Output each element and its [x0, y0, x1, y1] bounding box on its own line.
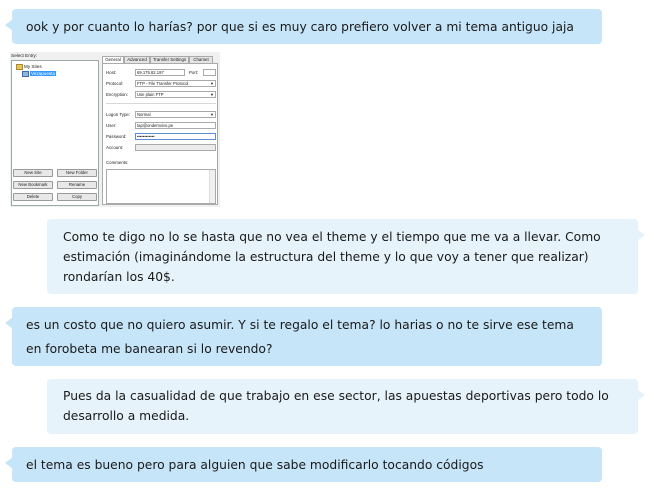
- message-bubble-incoming: ook y por cuanto lo harías? por que si e…: [5, 9, 602, 44]
- message-text: el tema es bueno pero para alguien que s…: [26, 458, 484, 472]
- scrollbar: [209, 170, 215, 203]
- message-text: Como te digo no lo se hasta que no vea e…: [63, 230, 601, 244]
- divider: [106, 103, 216, 104]
- tab-transfer-settings: Transfer Settings: [150, 56, 189, 63]
- chevron-down-icon: ▼: [210, 112, 214, 117]
- chevron-down-icon: ▼: [210, 92, 214, 97]
- host-label: Host:: [106, 70, 117, 75]
- message-bubble-outgoing: Pues da la casualidad de que trabajo en …: [47, 379, 645, 434]
- message-bubble-incoming: es un costo que no quiero asumir. Y si t…: [5, 307, 602, 366]
- tab-charset: Charset: [189, 56, 213, 63]
- tree-item-selected: Vezapuesta: [22, 71, 57, 77]
- server-icon: [22, 71, 29, 77]
- rename-button: Rename: [57, 181, 97, 189]
- message-text: rondarían los 40$.: [63, 270, 175, 284]
- message-text: es un costo que no quiero asumir. Y si t…: [26, 318, 574, 332]
- tree-root: My Sites: [16, 64, 42, 70]
- encryption-label: Encryption:: [106, 92, 128, 97]
- protocol-label: Protocol:: [106, 81, 124, 86]
- message-text: ook y por cuanto lo harías? por que si e…: [26, 20, 574, 34]
- account-label: Account:: [106, 145, 124, 150]
- select-entry-label: Select Entry:: [11, 53, 38, 58]
- copy-button: Copy: [57, 193, 97, 201]
- logon-type-select: Normal ▼: [135, 111, 216, 118]
- folder-icon: [16, 64, 23, 70]
- message-text: desarrollo a medida.: [63, 409, 190, 423]
- protocol-select: FTP - File Transfer Protocol ▼: [135, 80, 216, 87]
- message-bubble-outgoing: Como te digo no lo se hasta que no vea e…: [47, 219, 645, 294]
- logon-type-label: Logon Type:: [106, 112, 131, 117]
- password-field: ••••••••••••: [135, 133, 216, 140]
- chevron-down-icon: ▼: [210, 81, 214, 86]
- new-folder-button: New Folder: [57, 169, 97, 177]
- message-text: estimación (imaginándome la estructura d…: [63, 250, 589, 264]
- encryption-select: Use plain FTP ▼: [135, 91, 216, 98]
- site-manager-screenshot: Select Entry: My Sites Vezapuesta New Si…: [10, 52, 220, 207]
- new-site-button: New Site: [13, 169, 53, 177]
- general-panel: Host: 69.175.82.197 Port: Protocol: FTP …: [102, 63, 218, 205]
- new-bookmark-button: New Bookmark: [13, 181, 53, 189]
- comments-textarea: [106, 169, 216, 204]
- message-text: en forobeta me banearan si lo revendo?: [26, 342, 273, 356]
- user-field: tap@ondemvivo.pe: [135, 122, 216, 129]
- user-label: User:: [106, 123, 117, 128]
- message-bubble-incoming: el tema es bueno pero para alguien que s…: [5, 447, 602, 482]
- tab-advanced: Advanced: [124, 56, 150, 63]
- comments-label: Comments:: [106, 160, 129, 165]
- port-label: Port:: [189, 70, 199, 75]
- delete-button: Delete: [13, 193, 53, 201]
- account-field: [135, 144, 216, 151]
- host-field: 69.175.82.197: [135, 69, 185, 76]
- password-label: Password:: [106, 134, 127, 139]
- port-field: [203, 69, 216, 76]
- message-text: Pues da la casualidad de que trabajo en …: [63, 389, 609, 403]
